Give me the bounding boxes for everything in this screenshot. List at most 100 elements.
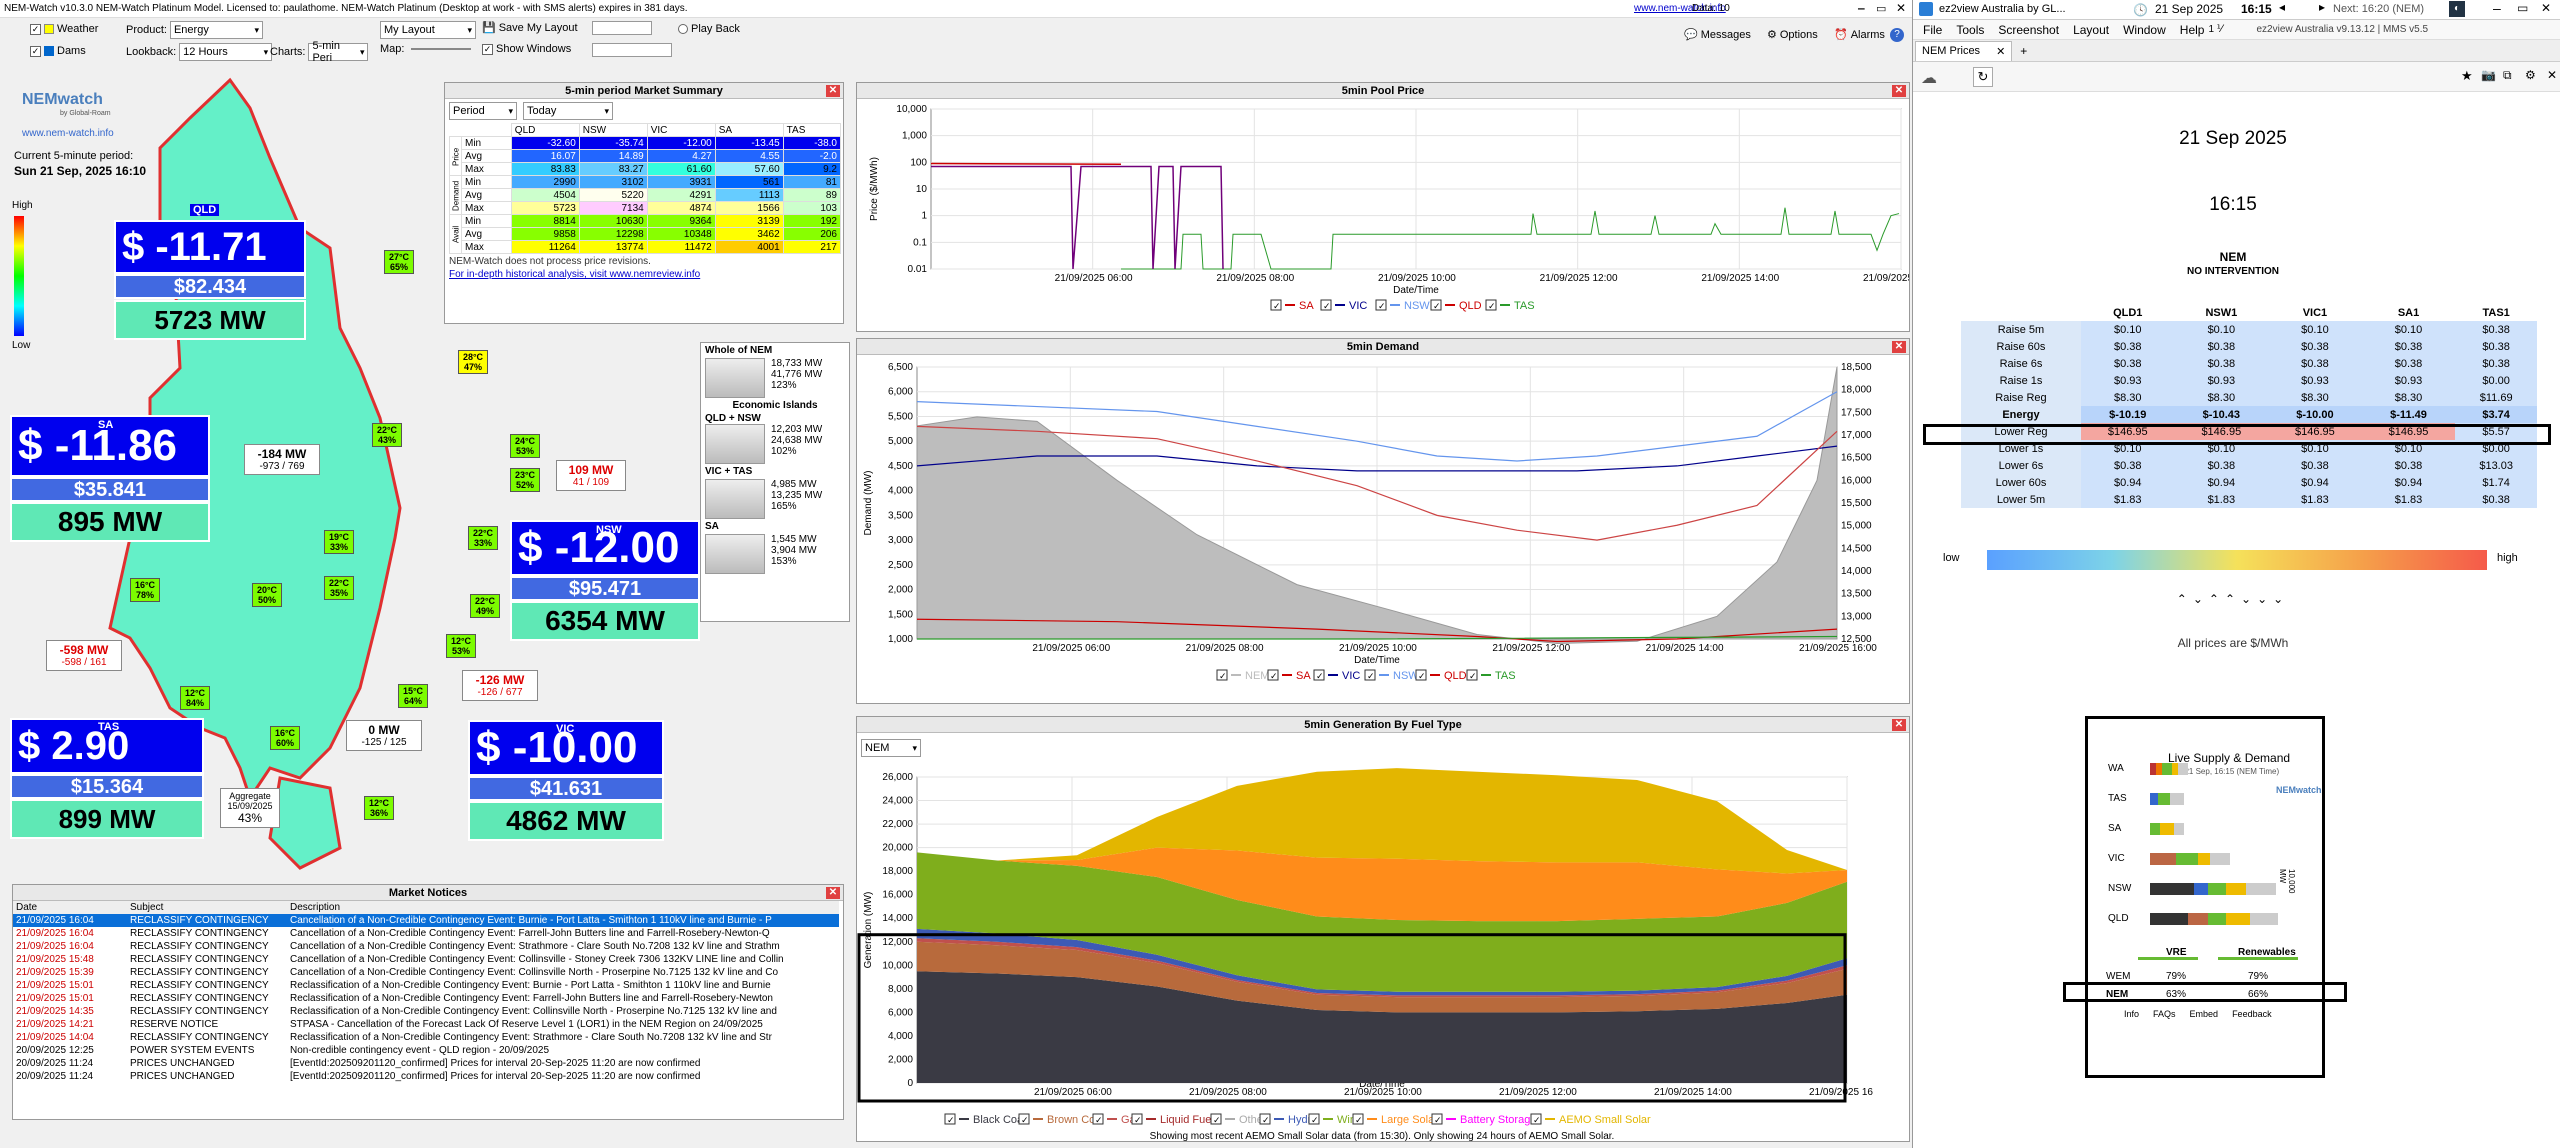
feedback-link[interactable]: Feedback [2232,1009,2272,1019]
faqs-link[interactable]: FAQs [2153,1009,2176,1019]
menu-window[interactable]: Window [2123,23,2166,37]
close-widget-icon[interactable]: ✕ [2547,68,2557,82]
notice-row[interactable]: 21/09/2025 16:04 RECLASSIFY CONTINGENCY Ca… [13,940,839,953]
notice-row[interactable]: 21/09/2025 15:01 RECLASSIFY CONTINGENCY Re… [13,992,839,1005]
city-richmond[interactable]: 22°C 35% [324,576,354,600]
step-back-icon[interactable]: ◂ [2279,0,2285,14]
minimize-icon[interactable]: – [2493,0,2501,16]
radio-icon[interactable] [678,24,688,34]
playback-toggle[interactable]: Play Back [678,23,740,35]
lookback-select[interactable]: 12 Hours [179,43,273,61]
fcas-row[interactable]: Raise 5m $0.10 $0.10 $0.10 $0.10 $0.38 [1961,321,2537,338]
record-icon[interactable]: ◐ [2449,1,2465,17]
period-select[interactable]: Period [449,102,517,120]
notice-row[interactable]: 21/09/2025 15:48 RECLASSIFY CONTINGENCY Ca… [13,953,839,966]
menu-file[interactable]: File [1923,23,1942,37]
flow-basslink[interactable]: 0 MW -125 / 125 [346,720,422,751]
notice-row[interactable]: 21/09/2025 14:21 RESERVE NOTICE STPASA - C… [13,1018,839,1031]
save-layout-button[interactable]: 💾 Save My Layout [482,21,578,35]
fcas-row[interactable]: Raise 6s $0.38 $0.38 $0.38 $0.38 $0.38 [1961,355,2537,372]
charts-select[interactable]: 5-min Peri [308,40,369,64]
show-windows-toggle[interactable]: ✓ Show Windows [482,43,571,55]
options-button[interactable]: ⚙ Options [1767,28,1818,42]
export-icon[interactable]: ⧉ [2503,68,2512,83]
dam-aggregate[interactable]: Aggregate 15/09/2025 43% [220,788,280,828]
notice-row[interactable]: 21/09/2025 14:35 RECLASSIFY CONTINGENCY Re… [13,1005,839,1018]
fcas-row[interactable]: Raise 1s $0.93 $0.93 $0.93 $0.93 $0.00 [1961,372,2537,389]
camera-icon[interactable]: 📷 [2481,68,2496,82]
city-hobart[interactable]: 12°C 36% [364,796,394,820]
city-sydney[interactable]: 22°C 49% [470,594,500,618]
fcas-row[interactable]: Lower 5m $1.83 $1.83 $1.83 $1.83 $0.38 [1961,491,2537,508]
close-icon[interactable]: ✕ [2541,1,2551,15]
qld-price[interactable]: $ -11.71 [114,220,306,274]
alarms-button[interactable]: ⏰ Alarms [1834,28,1885,42]
help-button[interactable]: ? [1890,28,1904,42]
close-icon[interactable]: ✕ [826,85,840,97]
city-rockhampton[interactable]: 28°C 47% [458,350,488,374]
info-link[interactable]: Info [2124,1009,2139,1019]
city-mildura[interactable]: 20°C 50% [252,583,282,607]
close-icon[interactable]: ✕ [826,887,840,899]
city-newcastle[interactable]: 22°C 33% [468,526,498,550]
close-icon[interactable]: ✕ [1892,719,1906,731]
maximize-icon[interactable]: ▭ [1876,2,1886,15]
refresh-icon[interactable]: ↻ [1973,67,1993,87]
city-brisbane[interactable]: 24°C 53% [510,434,540,458]
map-slider[interactable] [411,48,472,50]
city-adelaide[interactable]: 16°C 78% [130,578,160,602]
notice-row[interactable]: 21/09/2025 16:04 RECLASSIFY CONTINGENCY Ca… [13,914,839,927]
notice-row[interactable]: 21/09/2025 15:01 RECLASSIFY CONTINGENCY Re… [13,979,839,992]
notice-row[interactable]: 20/09/2025 11:24 PRICES UNCHANGED [EventId… [13,1057,839,1070]
flow-vic-sa[interactable]: -598 MW -598 / 161 [46,640,122,671]
city-albury[interactable]: 15°C 64% [398,684,428,708]
cloud-icon[interactable]: ☁ [1921,68,1937,88]
add-tab-button[interactable]: + [2012,41,2035,61]
layout-select[interactable]: My Layout [380,21,476,39]
today-select[interactable]: Today [523,102,613,120]
dams-checkbox[interactable]: ✓ [30,45,41,57]
fcas-row[interactable]: Lower 60s $0.94 $0.94 $0.94 $0.94 $1.74 [1961,474,2537,491]
fcas-row[interactable]: Raise 60s $0.38 $0.38 $0.38 $0.38 $0.38 [1961,338,2537,355]
tab-nem-prices[interactable]: NEM Prices ✕ [1915,41,2013,61]
notice-row[interactable]: 21/09/2025 15:39 RECLASSIFY CONTINGENCY Ca… [13,966,839,979]
city-melbourne[interactable]: 16°C 60% [270,726,300,750]
flow-terranora[interactable]: 109 MW 41 / 109 [556,460,626,491]
menu-layout[interactable]: Layout [2073,23,2109,37]
messages-button[interactable]: 💬 Messages [1684,28,1751,42]
minimize-icon[interactable]: ‒ [1858,1,1865,15]
settings-icon[interactable]: ⚙ [2525,68,2536,82]
city-ballarat[interactable]: 12°C 84% [180,686,210,710]
menu-help[interactable]: Help [2180,23,2205,37]
windows-slider[interactable] [592,43,672,57]
close-icon[interactable]: ✕ [1896,1,1906,15]
tab-close-icon[interactable]: ✕ [1996,45,2005,58]
product-select[interactable]: Energy [169,21,263,39]
close-icon[interactable]: ✕ [1892,341,1906,353]
city-canberra[interactable]: 12°C 53% [446,634,476,658]
dams-toggle[interactable]: ✓ Dams [30,45,86,57]
weather-checkbox[interactable]: ✓ [30,23,41,35]
notice-row[interactable]: 20/09/2025 12:25 POWER SYSTEM EVENTS Non-c… [13,1044,839,1057]
city-townsville[interactable]: 27°C 65% [384,250,414,274]
flow-vic-nsw[interactable]: -126 MW -126 / 677 [462,670,538,701]
menu-tools[interactable]: Tools [1956,23,1984,37]
maximize-icon[interactable]: ▭ [2517,1,2528,15]
notice-row[interactable]: 21/09/2025 16:04 RECLASSIFY CONTINGENCY Ca… [13,927,839,940]
step-forward-icon[interactable]: ▸ [2319,0,2325,14]
star-icon[interactable]: ★ [2461,68,2473,84]
fcas-row[interactable]: Energy $-10.19 $-10.43 $-10.00 $-11.49 $3.74 [1961,406,2537,423]
menu-screenshot[interactable]: Screenshot [1998,23,2059,37]
close-icon[interactable]: ✕ [1892,85,1906,97]
flow-qld-nsw[interactable]: -184 MW -973 / 769 [244,444,320,475]
embed-link[interactable]: Embed [2190,1009,2219,1019]
notice-row[interactable]: 20/09/2025 11:24 PRICES UNCHANGED [EventId… [13,1070,839,1083]
nemreview-link[interactable]: For in-depth historical analysis, visit … [445,269,843,280]
fcas-row[interactable]: Lower 6s $0.38 $0.38 $0.38 $0.38 $13.03 [1961,457,2537,474]
region-select[interactable]: NEM [861,739,921,757]
city-toowoomba[interactable]: 22°C 43% [372,423,402,447]
fcas-row[interactable]: Raise Reg $8.30 $8.30 $8.30 $8.30 $11.69 [1961,389,2537,406]
city-archerfield[interactable]: 23°C 52% [510,468,540,492]
city-tamworth[interactable]: 19°C 33% [324,530,354,554]
playback-slider[interactable] [592,21,652,35]
